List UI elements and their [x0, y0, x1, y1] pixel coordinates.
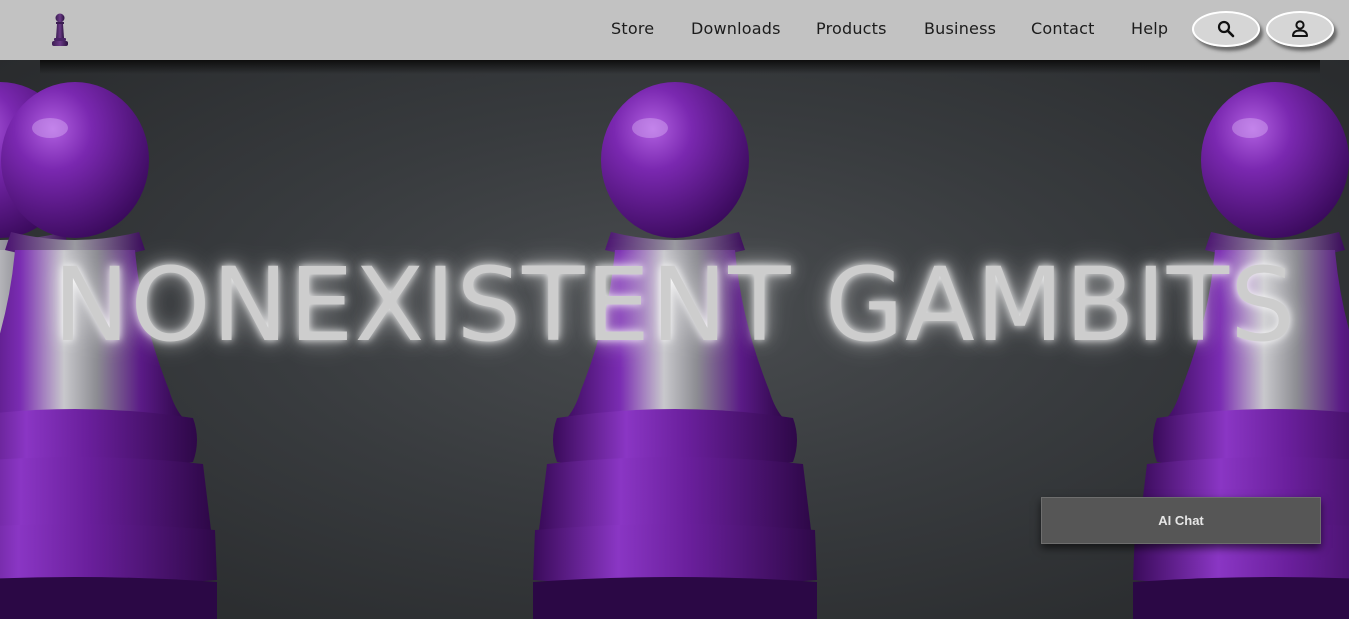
user-icon [1292, 20, 1308, 37]
nav-business[interactable]: Business [924, 19, 996, 38]
account-button[interactable] [1266, 11, 1334, 47]
pawn-logo-icon[interactable] [48, 12, 72, 50]
nav-contact[interactable]: Contact [1031, 19, 1095, 38]
hero-title: NONEXISTENT GAMBITS [53, 246, 1296, 365]
nav-products[interactable]: Products [816, 19, 887, 38]
search-icon [1217, 20, 1235, 38]
header-shadow [40, 60, 1320, 74]
nav-store[interactable]: Store [611, 19, 654, 38]
search-button[interactable] [1192, 11, 1260, 47]
top-nav-bar: Store Downloads Products Business Contac… [0, 0, 1349, 60]
page: Store Downloads Products Business Contac… [0, 0, 1349, 619]
nav-downloads[interactable]: Downloads [691, 19, 781, 38]
ai-chat-button[interactable]: AI Chat [1041, 497, 1321, 544]
nav-help[interactable]: Help [1131, 19, 1168, 38]
